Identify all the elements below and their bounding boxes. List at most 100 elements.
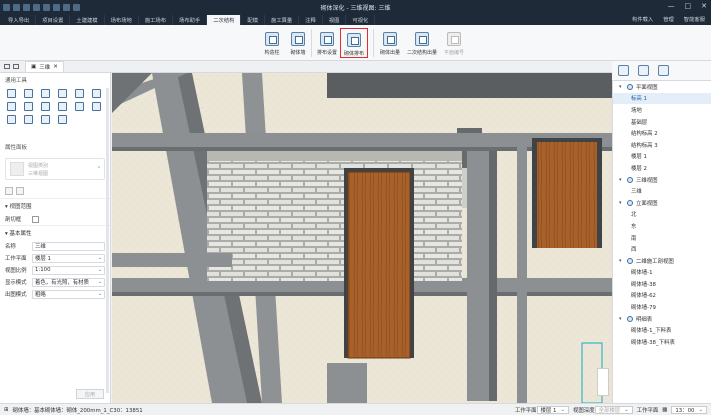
open-file-icon[interactable] <box>23 3 30 11</box>
apply-button[interactable]: 应用 <box>76 389 104 399</box>
type-selector[interactable]: 视图类别 三维视图 ⌃ <box>5 158 105 180</box>
filter-icon[interactable] <box>5 187 13 195</box>
workplane-select[interactable]: 楼层 1 ⌄ <box>32 253 105 263</box>
view-range-group[interactable]: ▾ 视图范围 <box>0 198 110 213</box>
settings-icon[interactable] <box>73 3 80 11</box>
maximize-button[interactable]: □ <box>685 2 692 10</box>
scale-select[interactable]: 1:100 ⌄ <box>32 265 105 275</box>
tree-group-elevations[interactable]: ▾ 立面视图 <box>613 197 711 209</box>
extend-icon[interactable] <box>41 102 50 111</box>
grid-icon[interactable]: ▦ <box>662 407 667 413</box>
measure-icon[interactable] <box>41 115 50 124</box>
angle-icon[interactable] <box>58 115 67 124</box>
edit-type-icon[interactable] <box>16 187 24 195</box>
basic-props-group[interactable]: ▾ 基本属性 <box>0 225 110 240</box>
output-mode-select[interactable]: 粗略 ⌄ <box>32 289 105 299</box>
tree-item-site[interactable]: 场地 <box>613 104 711 116</box>
workplane-status-select[interactable]: 楼层 1 ⌄ <box>536 405 569 414</box>
navigation-controls[interactable] <box>597 368 609 396</box>
close-button[interactable]: ✕ <box>701 2 707 10</box>
split-view-icon[interactable] <box>13 64 19 69</box>
tab-quantity[interactable]: 施工算量 <box>265 15 300 25</box>
tab-site-layout[interactable]: 场布场地 <box>105 15 139 25</box>
tree-item-floor-2[interactable]: 楼层 2 <box>613 162 711 174</box>
masonry-layout-button[interactable]: 砌体排布 <box>340 28 368 58</box>
align-icon[interactable] <box>92 89 101 98</box>
tab-view[interactable]: 视图 <box>323 15 347 25</box>
tree-item-3d[interactable]: 三维 <box>613 185 711 197</box>
offset-icon[interactable] <box>7 102 16 111</box>
view-depth-select[interactable]: 全部楼层 ⌄ <box>594 405 633 414</box>
new-file-icon[interactable] <box>13 3 20 11</box>
print-icon[interactable] <box>63 3 70 11</box>
door[interactable] <box>348 172 410 358</box>
project-browser-icon[interactable] <box>618 65 629 76</box>
tree-group-plan-views[interactable]: ▾ 平面视图 <box>613 81 711 93</box>
tree-group-schedules[interactable]: ▾ 明细表 <box>613 313 711 325</box>
group-icon[interactable] <box>92 102 101 111</box>
secondary-structure-quantity-button[interactable]: 二次结构出量 <box>405 28 439 58</box>
tree-item-foundation[interactable]: 基础层 <box>613 116 711 128</box>
tree-item-west[interactable]: 西 <box>613 243 711 255</box>
constructional-column-button[interactable]: 构造柱 <box>258 28 286 58</box>
crop-box-checkbox[interactable] <box>32 215 39 223</box>
undo-icon[interactable] <box>43 3 50 11</box>
select-icon[interactable] <box>7 89 16 98</box>
redo-icon[interactable] <box>53 3 60 11</box>
tree-item-floor-1[interactable]: 楼层 1 <box>613 151 711 163</box>
tree-item-struct-level-3[interactable]: 结构标高 3 <box>613 139 711 151</box>
tree-group-2d-sections[interactable]: ▾ 二维施工剖视图 <box>613 255 711 267</box>
rotate-icon[interactable] <box>58 89 67 98</box>
door-right[interactable] <box>537 142 597 248</box>
quantity-table-icon <box>415 32 429 46</box>
masonry-wall-button[interactable]: 砌体墙 <box>284 28 312 58</box>
left-panel-scrollbar[interactable] <box>106 88 109 393</box>
tab-import-export[interactable]: 导入导出 <box>2 15 37 25</box>
array-icon[interactable] <box>75 89 84 98</box>
manage-button[interactable]: 管理 <box>663 15 674 23</box>
minimize-button[interactable]: — <box>668 2 675 10</box>
trim-icon[interactable] <box>24 102 33 111</box>
restore-view-icon[interactable] <box>4 64 10 69</box>
layout-settings-button[interactable]: 排布设置 <box>313 28 341 58</box>
move-icon[interactable] <box>24 89 33 98</box>
component-load-button[interactable]: 构件载入 <box>632 15 653 23</box>
tree-item-east[interactable]: 东 <box>613 220 711 232</box>
layers-icon[interactable] <box>638 65 649 76</box>
name-field[interactable]: 三维 <box>32 241 105 251</box>
tree-item-wall-1-cutlist[interactable]: 砌体墙-1_下料表 <box>613 324 711 336</box>
tree-item-wall-38-cutlist[interactable]: 砌体墙-38_下料表 <box>613 336 711 348</box>
tab-construction-layout[interactable]: 施工场布 <box>139 15 174 25</box>
masonry-wall[interactable] <box>207 161 462 281</box>
tab-visualization[interactable]: 可视化 <box>346 15 376 25</box>
mirror-icon[interactable] <box>7 115 16 124</box>
tree-item-wall-38[interactable]: 砌体墙-38 <box>613 278 711 290</box>
tab-annotation[interactable]: 注释 <box>299 15 323 25</box>
sheet-icon[interactable] <box>658 65 669 76</box>
save-icon[interactable] <box>33 3 40 11</box>
tree-item-wall-1[interactable]: 砌体墙-1 <box>613 267 711 279</box>
masonry-quantity-button[interactable]: 砌体出量 <box>376 28 404 58</box>
tree-item-level-1[interactable]: 标高 1 <box>613 92 711 105</box>
tab-formwork[interactable]: 配模 <box>241 15 266 25</box>
close-tab-icon[interactable]: ✕ <box>53 64 58 70</box>
tree-item-wall-79[interactable]: 砌体墙-79 <box>613 301 711 313</box>
tree-group-3d-views[interactable]: ▾ 三维视图 <box>613 174 711 186</box>
smart-support-button[interactable]: 智能客服 <box>684 15 705 23</box>
delete-icon[interactable] <box>24 115 33 124</box>
tree-item-south[interactable]: 南 <box>613 232 711 244</box>
copy-icon[interactable] <box>41 89 50 98</box>
3d-viewport[interactable] <box>112 73 612 403</box>
split-icon[interactable] <box>58 102 67 111</box>
tab-layout-assistant[interactable]: 场布助手 <box>173 15 208 25</box>
tree-item-wall-62[interactable]: 砌体墙-62 <box>613 290 711 302</box>
tab-project-settings[interactable]: 项目设置 <box>36 15 71 25</box>
tree-item-struct-level-2[interactable]: 结构标高 2 <box>613 127 711 139</box>
tab-secondary-structure[interactable]: 二次结构 <box>207 15 242 25</box>
display-mode-select[interactable]: 着色，有光照，有材质 ⌄ <box>32 277 105 287</box>
tab-civil-modeling[interactable]: 土建建模 <box>70 15 105 25</box>
tab-3d-view[interactable]: ▣ 三维 ✕ <box>25 61 64 72</box>
tree-item-north[interactable]: 北 <box>613 209 711 221</box>
pin-icon[interactable] <box>75 102 84 111</box>
time-select[interactable]: 13：00 ⌄ <box>671 405 707 414</box>
